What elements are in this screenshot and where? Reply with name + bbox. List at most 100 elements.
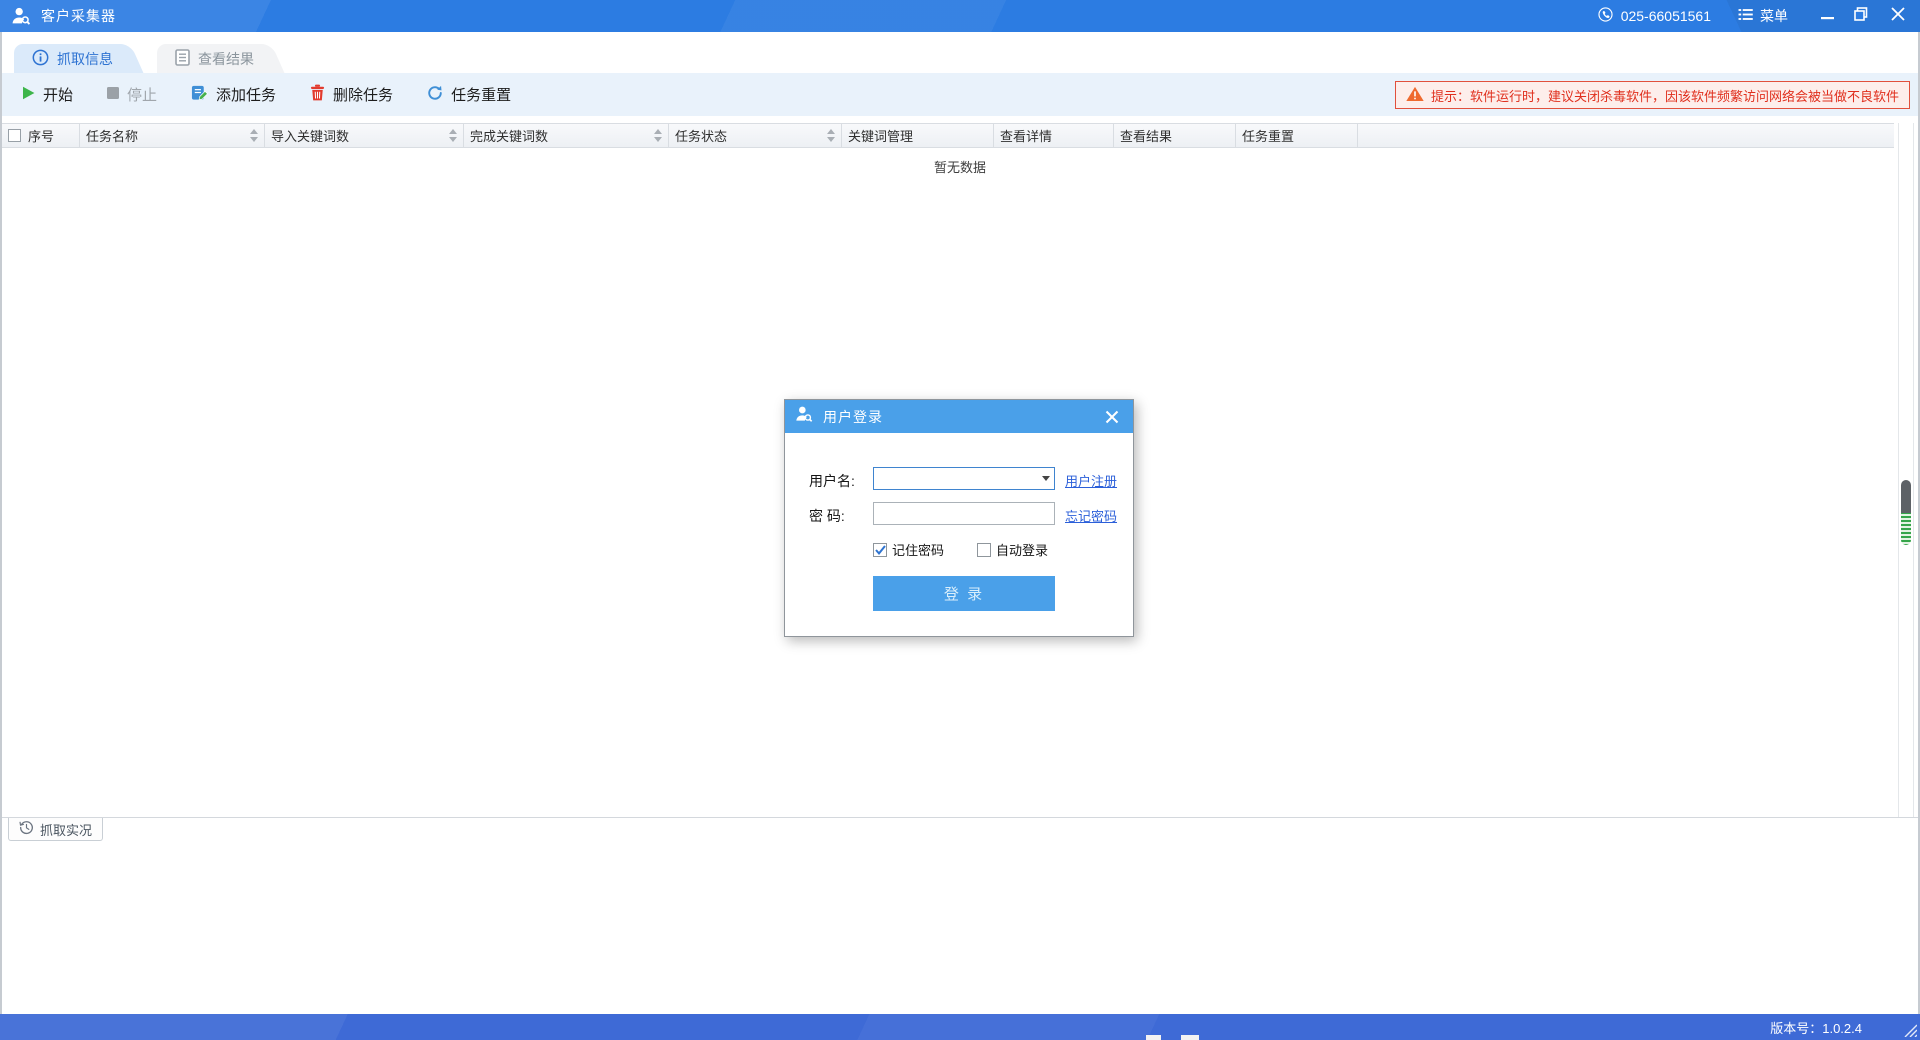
tab-view-results[interactable]: 查看结果 <box>157 44 264 73</box>
delete-task-label: 删除任务 <box>333 87 394 104</box>
delete-trash-icon <box>310 84 325 105</box>
column-header-keyword-manage: 关键词管理 <box>842 124 994 147</box>
task-table-header: 序号 任务名称 导入关键词数 完成关键词数 任务状态 关键词管理 查看详情 查看… <box>2 123 1894 148</box>
column-header-index: 序号 <box>2 124 80 147</box>
info-icon <box>32 49 49 69</box>
document-icon <box>175 48 190 69</box>
reset-task-label: 任务重置 <box>451 87 512 104</box>
column-label: 查看详情 <box>1000 129 1053 144</box>
menu-button[interactable]: 菜单 <box>1737 6 1788 26</box>
column-label: 任务状态 <box>675 129 728 144</box>
minimize-icon <box>1820 7 1834 25</box>
tab-label: 抓取信息 <box>57 50 113 67</box>
sort-arrows-icon[interactable] <box>821 129 835 142</box>
maximize-button[interactable] <box>1844 0 1878 32</box>
taskbar-peek-fragment <box>1146 1035 1161 1040</box>
stop-button[interactable]: 停止 <box>107 84 157 105</box>
empty-data-text: 暂无数据 <box>933 160 986 175</box>
toolbar: 开始 停止 添加任务 删除任务 任务重置 提示：软件运行时，建议关闭杀毒软件，因… <box>2 73 1918 116</box>
phone-number: 025-66051561 <box>1620 8 1711 24</box>
column-label: 查看结果 <box>1120 129 1173 144</box>
username-combobox[interactable] <box>873 467 1055 490</box>
phone-icon <box>1597 6 1614 26</box>
forgot-password-link[interactable]: 忘记密码 <box>1065 506 1117 525</box>
app-window: 客户采集器 025-66051561 菜单 抓取信息 查看结果 开始 停止 添加… <box>0 0 1920 1040</box>
close-button[interactable] <box>1878 0 1918 32</box>
login-close-button[interactable] <box>1100 405 1124 429</box>
sort-arrows-icon[interactable] <box>244 129 258 142</box>
column-header-filler <box>1358 124 1894 147</box>
column-header-completed-keywords[interactable]: 完成关键词数 <box>464 124 669 147</box>
login-dialog-title: 用户登录 <box>823 408 883 425</box>
history-clock-icon <box>19 820 34 838</box>
start-label: 开始 <box>43 87 74 104</box>
warning-text: 提示：软件运行时，建议关闭杀毒软件，因该软件频繁访问网络会被当做不良软件 <box>1430 88 1899 104</box>
combo-dropdown-button[interactable] <box>1037 468 1054 489</box>
reset-circular-arrow-icon <box>427 85 443 105</box>
tab-capture-info[interactable]: 抓取信息 <box>14 44 123 73</box>
login-dialog: 用户登录 用户名: 用户注册 密 码: 忘记密码 记住密码 自动登录 登 录 <box>784 399 1134 637</box>
column-header-imported-keywords[interactable]: 导入关键词数 <box>265 124 464 147</box>
remember-password-option[interactable]: 记住密码 <box>873 540 944 559</box>
auto-login-label: 自动登录 <box>996 543 1049 558</box>
add-task-icon <box>191 84 208 105</box>
maximize-restore-icon <box>1854 6 1868 26</box>
tabstrip: 抓取信息 查看结果 <box>2 32 1918 73</box>
column-header-view-results: 查看结果 <box>1114 124 1236 147</box>
column-header-view-details: 查看详情 <box>994 124 1114 147</box>
column-label: 任务重置 <box>1242 129 1295 144</box>
register-link[interactable]: 用户注册 <box>1065 471 1117 490</box>
remember-password-label: 记住密码 <box>892 543 945 558</box>
password-input[interactable] <box>873 502 1055 525</box>
auto-login-option[interactable]: 自动登录 <box>977 540 1048 559</box>
live-tab-label: 抓取实况 <box>40 822 93 838</box>
sort-arrows-icon[interactable] <box>443 129 457 142</box>
vertical-scrollbar[interactable] <box>1898 123 1914 817</box>
column-label: 关键词管理 <box>848 129 914 144</box>
user-search-icon <box>794 404 814 429</box>
scrollbar-thumb[interactable] <box>1901 480 1911 545</box>
app-title: 客户采集器 <box>41 8 116 24</box>
add-task-button[interactable]: 添加任务 <box>191 84 276 105</box>
chevron-down-icon <box>1041 476 1050 481</box>
stop-icon <box>107 86 120 103</box>
column-label: 任务名称 <box>86 129 139 144</box>
login-dialog-header: 用户登录 <box>785 400 1133 433</box>
resize-grip-icon[interactable] <box>1902 1024 1918 1038</box>
login-submit-button[interactable]: 登 录 <box>873 576 1055 611</box>
reset-task-button[interactable]: 任务重置 <box>427 84 511 105</box>
taskbar-peek-fragment <box>1181 1035 1199 1040</box>
tab-capture-live[interactable]: 抓取实况 <box>8 818 104 841</box>
stop-label: 停止 <box>127 87 158 104</box>
username-input[interactable] <box>874 469 1037 488</box>
column-label: 序号 <box>28 129 55 144</box>
close-icon <box>1891 6 1905 26</box>
select-all-checkbox[interactable] <box>8 129 21 142</box>
version-label: 版本号：1.0.2.4 <box>1770 1020 1862 1036</box>
titlebar: 客户采集器 025-66051561 菜单 <box>0 0 1920 32</box>
remember-password-checkbox[interactable] <box>873 542 887 557</box>
login-options-row: 记住密码 自动登录 <box>873 540 1048 559</box>
column-header-task-name[interactable]: 任务名称 <box>80 124 265 147</box>
menu-label: 菜单 <box>1760 8 1788 24</box>
password-label: 密 码: <box>809 508 845 524</box>
auto-login-checkbox[interactable] <box>977 542 992 557</box>
column-header-task-reset: 任务重置 <box>1236 124 1358 147</box>
menu-list-icon <box>1737 6 1754 26</box>
add-task-label: 添加任务 <box>216 87 277 104</box>
sort-arrows-icon[interactable] <box>648 129 662 142</box>
column-label: 完成关键词数 <box>470 129 549 144</box>
minimize-button[interactable] <box>1810 0 1844 32</box>
antivirus-warning: 提示：软件运行时，建议关闭杀毒软件，因该软件频繁访问网络会被当做不良软件 <box>1394 81 1910 109</box>
statusbar: 版本号：1.0.2.4 <box>0 1014 1920 1040</box>
column-label: 导入关键词数 <box>271 129 350 144</box>
delete-task-button[interactable]: 删除任务 <box>310 84 393 105</box>
username-label: 用户名: <box>809 473 855 489</box>
task-table-body: 暂无数据 <box>2 157 1918 176</box>
tab-label: 查看结果 <box>198 50 254 67</box>
column-header-task-status[interactable]: 任务状态 <box>669 124 842 147</box>
user-search-icon <box>10 5 32 27</box>
warning-triangle-icon <box>1406 86 1424 105</box>
start-button[interactable]: 开始 <box>22 84 73 105</box>
capture-live-panel: 抓取实况 <box>2 817 1918 1014</box>
